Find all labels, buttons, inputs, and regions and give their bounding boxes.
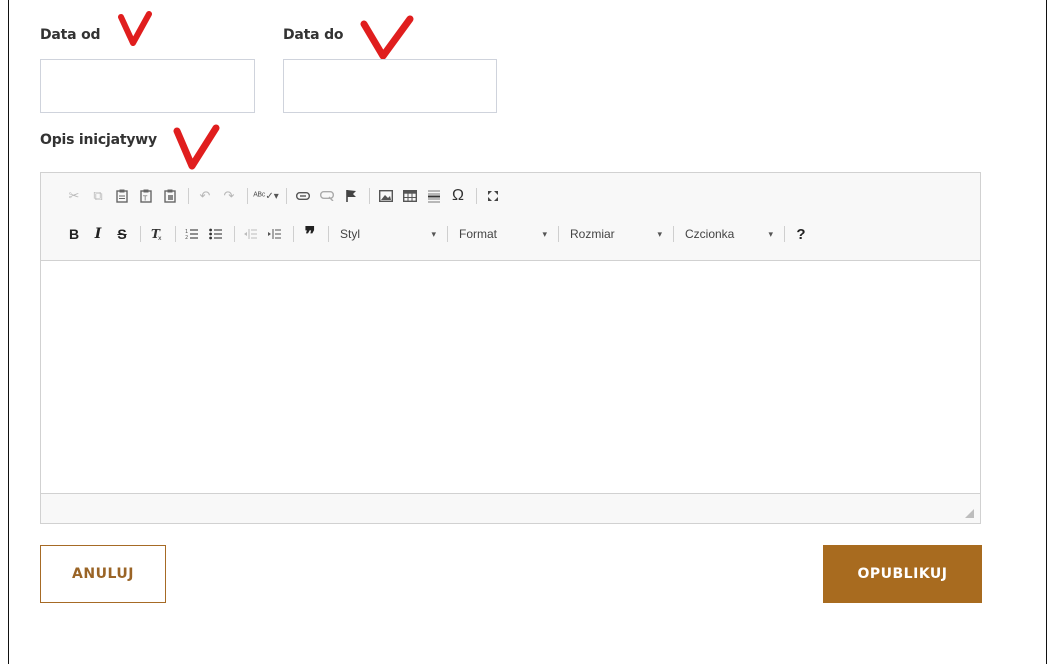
font-dropdown-label: Czcionka	[685, 227, 735, 241]
toolbar-separator	[188, 188, 189, 204]
date-from-label: Data od	[40, 27, 101, 43]
red-check-mark-icon	[118, 11, 152, 46]
red-check-mark-icon	[173, 124, 220, 170]
editor-content-area[interactable]	[41, 261, 980, 494]
toolbar-separator	[476, 188, 477, 204]
format-dropdown[interactable]: Format ▾	[453, 223, 553, 245]
toolbar-separator	[328, 226, 329, 242]
toolbar-separator	[175, 226, 176, 242]
style-dropdown-label: Styl	[340, 227, 361, 241]
bold-icon[interactable]: B	[63, 223, 85, 245]
undo-icon[interactable]: ↶	[194, 185, 216, 207]
cut-icon[interactable]: ✂	[63, 185, 85, 207]
indent-icon[interactable]	[264, 223, 286, 245]
cancel-button[interactable]: ANULUJ	[40, 545, 166, 603]
table-icon[interactable]	[399, 185, 421, 207]
format-dropdown-label: Format	[459, 227, 498, 241]
toolbar-separator	[784, 226, 785, 242]
editor-toolbar: ✂ ⧉ T ↶ ↷ ᴬᴮᶜ✓▾ Ω B I S T x 1 2 ❞ Styl ▾…	[41, 173, 980, 261]
toolbar-separator	[293, 226, 294, 242]
window-right-border	[1046, 0, 1047, 664]
horizontal-rule-icon[interactable]	[423, 185, 445, 207]
special-char-icon[interactable]: Ω	[447, 185, 469, 207]
chevron-down-icon: ▾	[657, 228, 662, 239]
window-left-border	[8, 0, 9, 664]
numbered-list-icon[interactable]: 12	[181, 223, 203, 245]
toolbar-separator	[369, 188, 370, 204]
maximize-icon[interactable]	[482, 185, 504, 207]
date-from-input[interactable]	[40, 59, 255, 113]
style-dropdown[interactable]: Styl ▾	[334, 223, 442, 245]
toolbar-separator	[247, 188, 248, 204]
font-dropdown[interactable]: Czcionka ▾	[679, 223, 779, 245]
size-dropdown[interactable]: Rozmiar ▾	[564, 223, 668, 245]
image-icon[interactable]	[375, 185, 397, 207]
help-icon[interactable]: ?	[790, 223, 812, 245]
strike-icon[interactable]: S	[111, 223, 133, 245]
svg-text:T: T	[142, 195, 148, 203]
redo-icon[interactable]: ↷	[218, 185, 240, 207]
link-icon[interactable]	[292, 185, 314, 207]
toolbar-row-1: ✂ ⧉ T ↶ ↷ ᴬᴮᶜ✓▾ Ω	[63, 184, 506, 208]
toolbar-separator	[286, 188, 287, 204]
spellcheck-icon[interactable]: ᴬᴮᶜ✓▾	[253, 185, 279, 207]
paste-word-icon[interactable]	[159, 185, 181, 207]
rich-text-editor: ✂ ⧉ T ↶ ↷ ᴬᴮᶜ✓▾ Ω B I S T x 1 2 ❞ Styl ▾…	[40, 172, 981, 524]
red-check-mark-icon	[360, 15, 414, 60]
remove-format-icon[interactable]: Tx	[146, 223, 168, 245]
toolbar-row-2: B I S Tx 12 ❞ Styl ▾ Format ▾ Rozmiar ▾ …	[63, 222, 814, 246]
chevron-down-icon: ▾	[542, 228, 547, 239]
paste-icon[interactable]	[111, 185, 133, 207]
date-to-input[interactable]	[283, 59, 497, 113]
size-dropdown-label: Rozmiar	[570, 227, 615, 241]
resize-handle-icon[interactable]	[965, 509, 974, 518]
bulleted-list-icon[interactable]	[205, 223, 227, 245]
anchor-icon[interactable]	[340, 185, 362, 207]
publish-button[interactable]: OPUBLIKUJ	[823, 545, 982, 603]
description-label: Opis inicjatywy	[40, 132, 157, 148]
toolbar-separator	[140, 226, 141, 242]
italic-icon[interactable]: I	[87, 223, 109, 245]
editor-status-bar	[41, 493, 980, 523]
toolbar-separator	[447, 226, 448, 242]
chevron-down-icon: ▾	[431, 228, 436, 239]
toolbar-separator	[234, 226, 235, 242]
toolbar-separator	[673, 226, 674, 242]
paste-text-icon[interactable]: T	[135, 185, 157, 207]
svg-text:2: 2	[185, 235, 188, 240]
date-to-label: Data do	[283, 27, 344, 43]
blockquote-icon[interactable]: ❞	[299, 222, 321, 246]
svg-text:x: x	[158, 235, 162, 241]
chevron-down-icon: ▾	[768, 228, 773, 239]
toolbar-separator	[558, 226, 559, 242]
unlink-icon[interactable]	[316, 185, 338, 207]
outdent-icon[interactable]	[240, 223, 262, 245]
copy-icon[interactable]: ⧉	[87, 185, 109, 207]
